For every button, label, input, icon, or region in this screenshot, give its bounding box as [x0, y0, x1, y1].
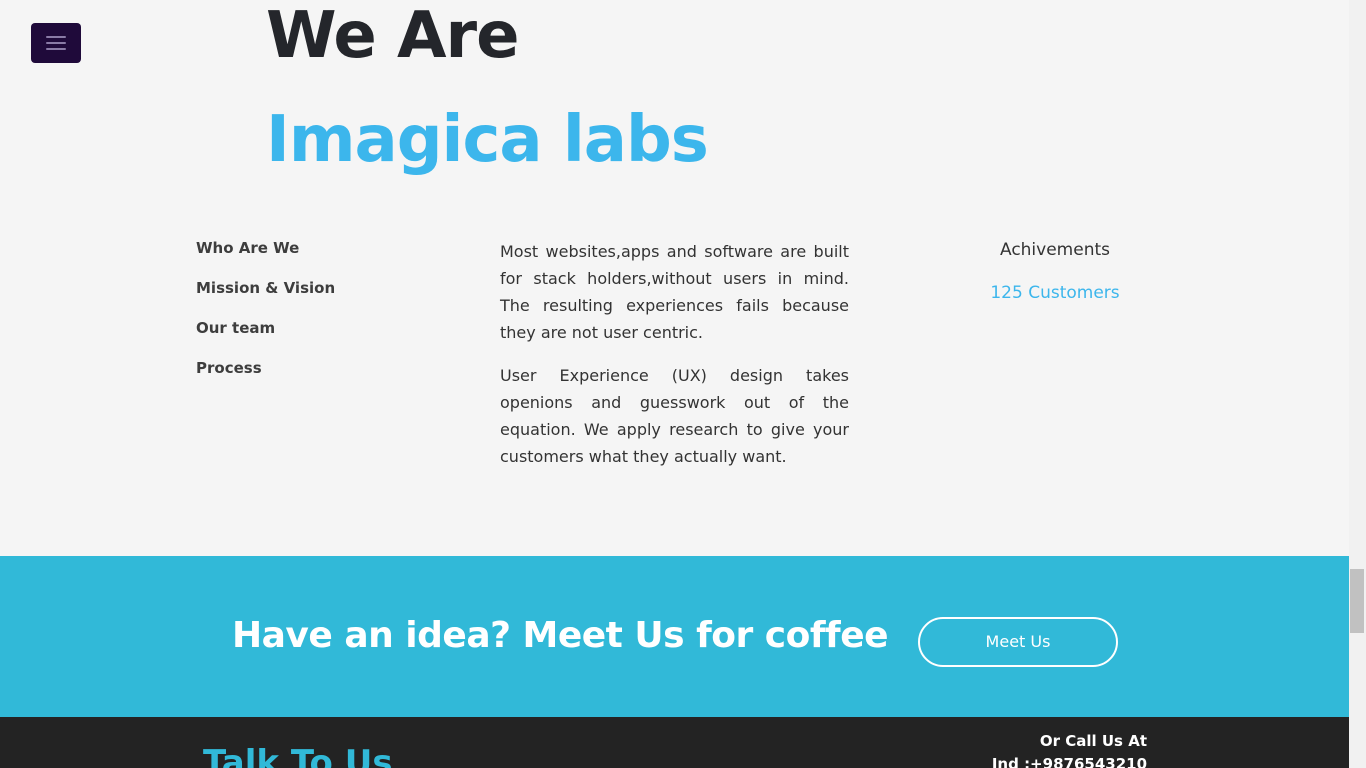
page-scrollbar[interactable]	[1349, 0, 1366, 768]
meet-us-button[interactable]: Meet Us	[918, 617, 1118, 667]
nav-item-mission-vision[interactable]: Mission & Vision	[196, 278, 335, 318]
hamburger-menu-icon-bar	[46, 48, 66, 50]
phone-number[interactable]: Ind :+9876543210	[992, 753, 1147, 768]
about-paragraph: Most websites,apps and software are buil…	[500, 242, 849, 342]
talk-to-us-heading: Talk To Us	[203, 743, 393, 768]
hamburger-menu-button[interactable]	[31, 23, 81, 63]
nav-item-our-team[interactable]: Our team	[196, 318, 335, 358]
about-text: Most websites,apps and software are buil…	[500, 238, 849, 486]
hamburger-menu-icon-bar	[46, 42, 66, 44]
hero-title-line1: We Are	[266, 0, 519, 73]
hero-title-line2: Imagica labs	[266, 103, 709, 177]
achievements: Achivements 125 Customers	[955, 238, 1155, 305]
nav-item-process[interactable]: Process	[196, 358, 335, 398]
cta-heading: Have an idea? Meet Us for coffee	[232, 615, 889, 656]
footer: Talk To Us Or Call Us At Ind :+987654321…	[0, 717, 1349, 768]
achievements-title: Achivements	[999, 240, 1110, 260]
page: We Are Imagica labs Who Are We Mission &…	[0, 0, 1349, 768]
scrollbar-thumb[interactable]	[1350, 569, 1364, 633]
call-info: Or Call Us At Ind :+9876543210	[992, 730, 1147, 768]
about-paragraph: User Experience (UX) design takes openio…	[500, 366, 849, 466]
hamburger-menu-icon	[46, 36, 66, 38]
achievements-value: 125 Customers	[990, 283, 1120, 303]
section-nav: Who Are We Mission & Vision Our team Pro…	[196, 238, 335, 398]
cta-banner: Have an idea? Meet Us for coffee Meet Us	[0, 556, 1349, 717]
call-label: Or Call Us At	[1039, 732, 1147, 750]
nav-item-who-are-we[interactable]: Who Are We	[196, 238, 335, 278]
